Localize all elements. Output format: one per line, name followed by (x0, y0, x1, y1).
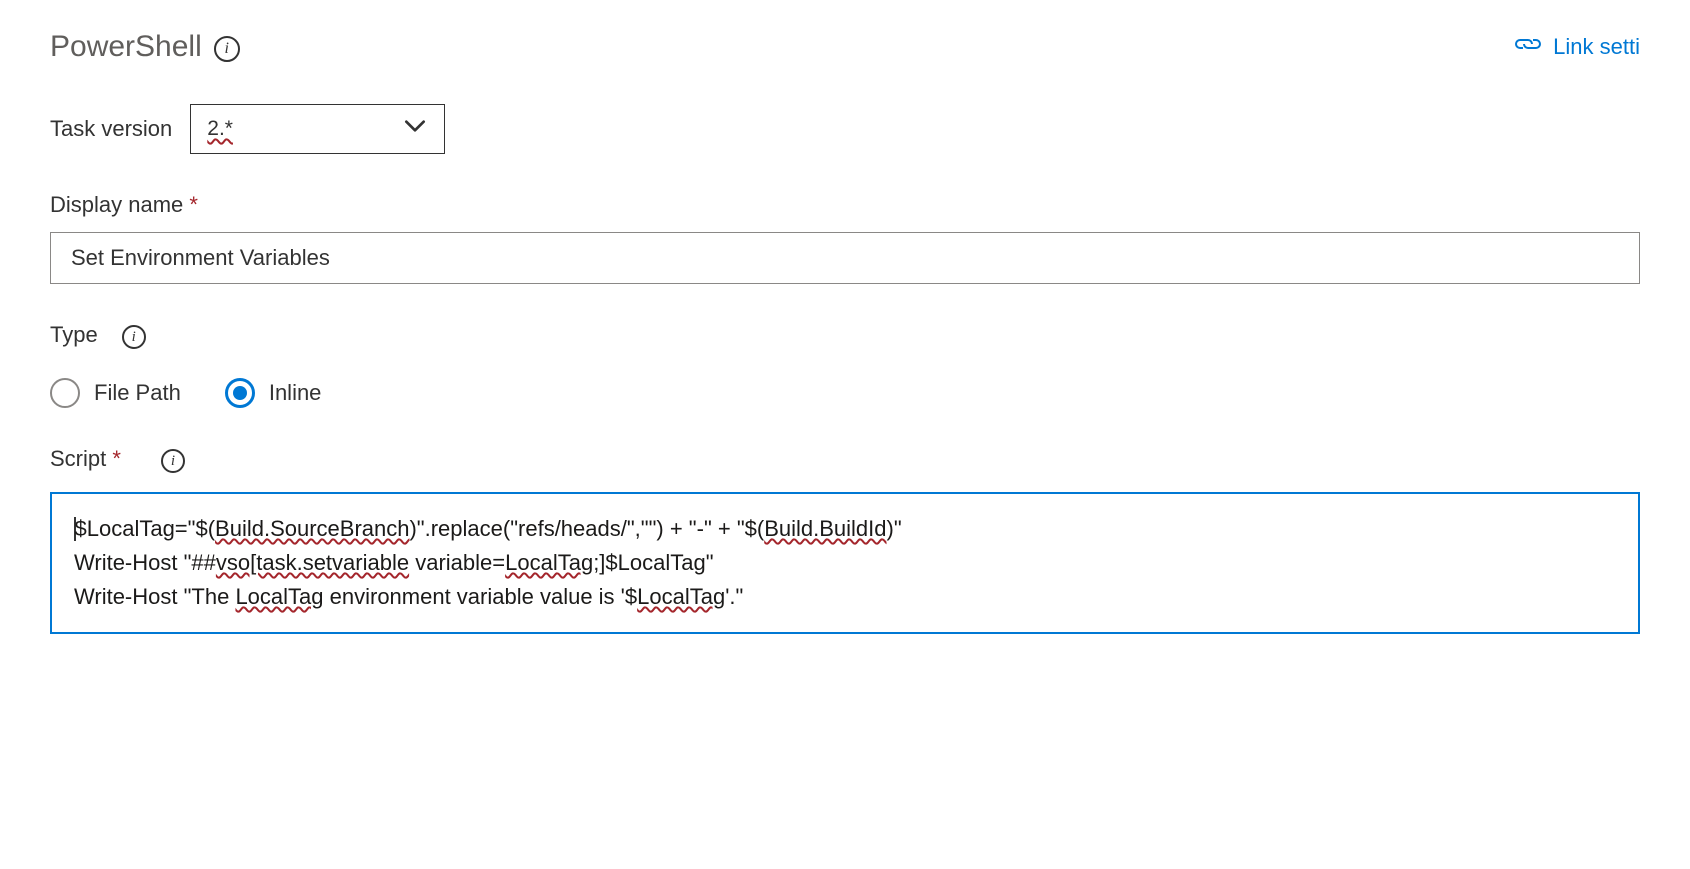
info-icon[interactable]: i (122, 325, 146, 349)
radio-file-path[interactable]: File Path (50, 378, 181, 408)
type-row: Type i File Path Inline (50, 322, 1640, 408)
header-row: PowerShell i Link setti (50, 30, 1640, 64)
link-settings-label: Link setti (1553, 34, 1640, 60)
script-textarea[interactable]: $LocalTag="$(Build.SourceBranch)".replac… (50, 492, 1640, 634)
script-row: Script * i $LocalTag="$(Build.SourceBran… (50, 446, 1640, 634)
display-name-input[interactable] (50, 232, 1640, 284)
title-group: PowerShell i (50, 30, 240, 64)
task-version-value: 2.* (207, 117, 233, 141)
script-label: Script * (50, 446, 121, 472)
info-icon[interactable]: i (214, 36, 240, 62)
type-label: Type (50, 322, 98, 348)
info-icon[interactable]: i (161, 449, 185, 473)
radio-inline-label: Inline (269, 380, 322, 406)
type-label-row: Type i (50, 322, 1640, 348)
radio-inline[interactable]: Inline (225, 378, 322, 408)
chevron-down-icon (402, 113, 428, 145)
required-asterisk: * (112, 446, 121, 471)
radio-circle-unchecked (50, 378, 80, 408)
type-radio-group: File Path Inline (50, 378, 1640, 408)
display-name-row: Display name * (50, 192, 1640, 284)
task-version-select[interactable]: 2.* (190, 104, 445, 154)
page-title: PowerShell (50, 30, 202, 64)
radio-circle-checked (225, 378, 255, 408)
radio-dot (233, 386, 247, 400)
radio-file-path-label: File Path (94, 380, 181, 406)
display-name-label: Display name * (50, 192, 198, 217)
task-version-row: Task version 2.* (50, 104, 1640, 154)
script-label-row: Script * i (50, 446, 1640, 472)
link-icon (1513, 34, 1543, 60)
link-settings-button[interactable]: Link setti (1513, 34, 1640, 60)
required-asterisk: * (189, 192, 198, 217)
task-version-label: Task version (50, 116, 172, 142)
